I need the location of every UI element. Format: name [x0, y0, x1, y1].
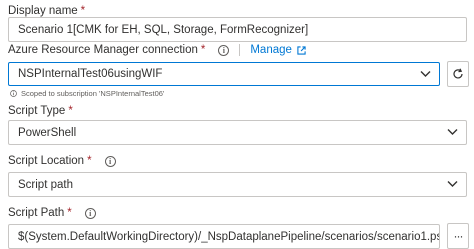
info-icon: [10, 90, 17, 97]
chevron-down-icon: [420, 71, 431, 77]
script-location-label-text: Script Location: [8, 155, 85, 167]
divider: [239, 44, 241, 56]
info-icon[interactable]: i: [84, 207, 96, 219]
chevron-down-icon: [447, 181, 458, 187]
info-icon[interactable]: i: [104, 155, 116, 167]
arm-connection-label: Azure Resource Manager connection * i Ma…: [8, 44, 306, 56]
arm-connection-select[interactable]: NSPInternalTest06usingWIF: [8, 62, 440, 86]
script-path-label-text: Script Path: [8, 207, 65, 219]
refresh-button[interactable]: [447, 61, 469, 87]
script-type-label-text: Script Type: [8, 105, 66, 117]
info-icon[interactable]: i: [218, 44, 230, 56]
browse-button[interactable]: ···: [447, 223, 469, 249]
scope-hint-text: Scoped to subscription 'NSPInternalTest0…: [21, 89, 165, 98]
scope-hint: Scoped to subscription 'NSPInternalTest0…: [10, 89, 164, 98]
more-icon: ···: [453, 229, 464, 243]
display-name-value: Scenario 1[CMK for EH, SQL, Storage, For…: [18, 23, 309, 36]
chevron-down-icon: [447, 129, 458, 135]
required-marker: *: [68, 105, 73, 117]
script-path-input[interactable]: $(System.DefaultWorkingDirectory)/_NspDa…: [8, 224, 440, 249]
manage-link[interactable]: Manage: [250, 44, 306, 56]
required-marker: *: [80, 5, 86, 17]
required-marker: *: [87, 155, 92, 167]
script-location-label: Script Location * i: [8, 155, 116, 167]
display-name-input[interactable]: Scenario 1[CMK for EH, SQL, Storage, For…: [8, 17, 467, 42]
script-type-select[interactable]: PowerShell: [8, 120, 467, 145]
script-path-value: $(System.DefaultWorkingDirectory)/_NspDa…: [18, 230, 440, 243]
manage-link-text: Manage: [250, 44, 292, 56]
refresh-icon: [453, 68, 463, 79]
script-type-label: Script Type *: [8, 105, 73, 117]
external-link-icon: [297, 45, 306, 55]
arm-connection-value: NSPInternalTest06usingWIF: [18, 68, 163, 80]
required-marker: *: [67, 207, 72, 219]
required-marker: *: [200, 44, 206, 56]
display-name-label: Display name *: [8, 5, 85, 17]
script-location-select[interactable]: Script path: [8, 172, 467, 197]
script-path-label: Script Path * i: [8, 207, 96, 219]
display-name-label-text: Display name: [8, 5, 78, 17]
script-location-value: Script path: [18, 178, 73, 191]
script-type-value: PowerShell: [18, 126, 77, 139]
arm-connection-label-text: Azure Resource Manager connection: [8, 44, 198, 56]
